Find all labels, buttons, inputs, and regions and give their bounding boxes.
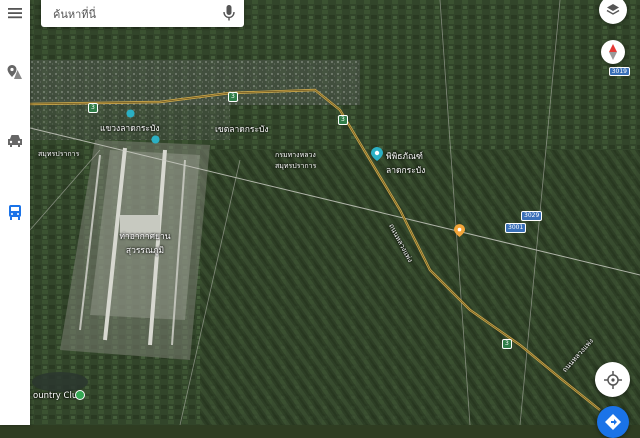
saved-places-icon[interactable]: [5, 62, 25, 82]
search-box[interactable]: ค้นหาที่นี่: [41, 0, 244, 27]
left-area-label: สมุทรปราการ: [38, 150, 80, 158]
route-shield: 3: [338, 115, 348, 125]
directions-icon: [605, 414, 621, 430]
left-rail: [0, 0, 30, 425]
district-label: เขตลาดกระบัง: [215, 125, 269, 135]
airport-label: ท่าอากาศยานสุวรรณภูมิ: [119, 232, 171, 256]
compass-button[interactable]: [601, 40, 625, 64]
satellite-map[interactable]: [0, 0, 640, 425]
my-location-button[interactable]: [595, 362, 630, 397]
directions-button[interactable]: [597, 406, 629, 438]
menu-icon[interactable]: [5, 3, 25, 23]
sub-area-label: กรมทางหลวง สมุทรปราการ: [275, 151, 317, 170]
microphone-icon[interactable]: [222, 5, 236, 21]
museum-label[interactable]: พิพิธภัณฑ์ลาดกระบัง: [386, 149, 441, 177]
transit-pin-icon[interactable]: [126, 109, 135, 118]
transit-pin-icon[interactable]: [151, 135, 160, 144]
museum-pin-icon[interactable]: [371, 147, 383, 161]
place-pin-icon[interactable]: [454, 224, 465, 237]
club-pin-icon[interactable]: [75, 390, 85, 400]
transit-icon[interactable]: [5, 202, 25, 222]
route-shield: 3029: [521, 211, 543, 221]
search-input[interactable]: ค้นหาที่นี่: [53, 5, 96, 23]
car-icon[interactable]: [5, 131, 25, 151]
route-shield: 3001: [505, 223, 527, 233]
route-shield: 3: [228, 92, 238, 102]
district-top-label: แขวงลาดกระบัง: [100, 124, 160, 134]
route-shield: 3: [88, 103, 98, 113]
scale-badge: 3019: [608, 67, 630, 76]
layers-icon: [606, 4, 620, 15]
my-location-icon: [603, 370, 622, 389]
compass-icon: [609, 44, 617, 60]
route-shield: 3: [502, 339, 512, 349]
